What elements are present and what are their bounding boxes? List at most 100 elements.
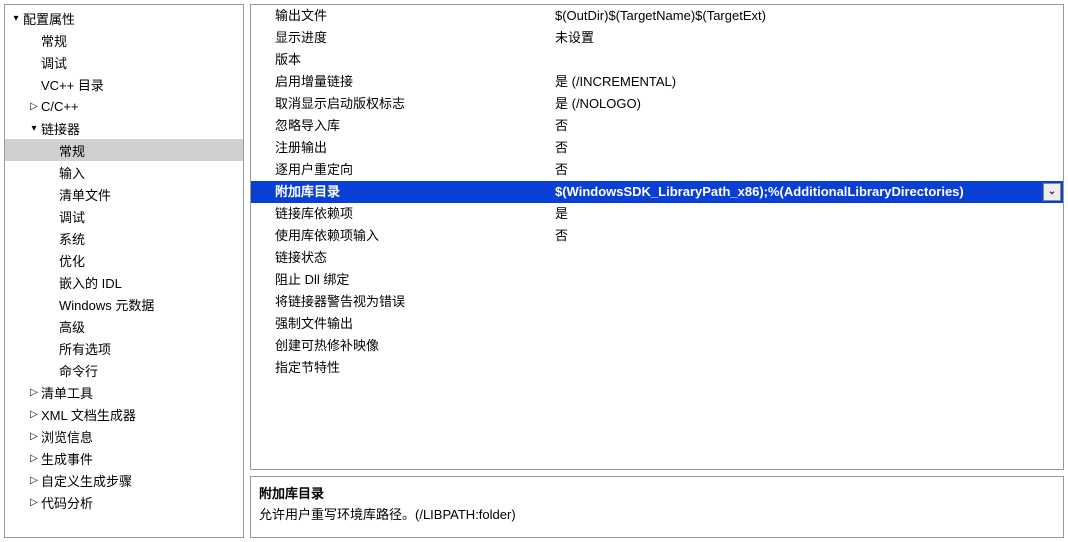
property-value[interactable] [551, 49, 1063, 71]
property-label: 链接状态 [251, 247, 551, 269]
expand-arrow-none-icon: · [45, 299, 59, 310]
property-value-text: $(OutDir)$(TargetName)$(TargetExt) [555, 8, 766, 23]
tree-item[interactable]: ·系统 [5, 227, 243, 249]
property-value[interactable]: 否 [551, 137, 1063, 159]
tree-item[interactable]: ▷清单工具 [5, 381, 243, 403]
property-value[interactable] [551, 269, 1063, 291]
tree-item[interactable]: ·嵌入的 IDL [5, 271, 243, 293]
property-row[interactable]: 输出文件 $(OutDir)$(TargetName)$(TargetExt) [251, 5, 1063, 27]
tree-item-label: 常规 [59, 141, 85, 160]
expand-arrow-right-icon[interactable]: ▷ [27, 475, 41, 486]
tree-item[interactable]: ▾链接器 [5, 117, 243, 139]
property-value[interactable]: 是 (/INCREMENTAL) [551, 71, 1063, 93]
property-label: 输出文件 [251, 5, 551, 27]
expand-arrow-right-icon[interactable]: ▷ [27, 409, 41, 420]
property-value[interactable] [551, 291, 1063, 313]
property-row[interactable]: 链接库依赖项是 [251, 203, 1063, 225]
description-title: 附加库目录 [259, 483, 1055, 502]
tree-item[interactable]: ▾配置属性 [5, 7, 243, 29]
tree-item[interactable]: ·所有选项 [5, 337, 243, 359]
property-value[interactable]: 是 (/NOLOGO) [551, 93, 1063, 115]
property-value-text: 是 [555, 206, 568, 221]
property-row[interactable]: 附加库目录$(WindowsSDK_LibraryPath_x86);%(Add… [251, 181, 1063, 203]
config-tree[interactable]: ▾配置属性·常规·调试·VC++ 目录▷C/C++▾链接器·常规·输入·清单文件… [4, 4, 244, 538]
tree-item-label: 常规 [41, 31, 67, 50]
property-value-text: 否 [555, 228, 568, 243]
property-value[interactable]: $(WindowsSDK_LibraryPath_x86);%(Addition… [551, 181, 1063, 203]
property-row[interactable]: 使用库依赖项输入否 [251, 225, 1063, 247]
expand-arrow-right-icon[interactable]: ▷ [27, 101, 41, 112]
expand-arrow-right-icon[interactable]: ▷ [27, 453, 41, 464]
property-value[interactable]: 未设置 [551, 27, 1063, 49]
tree-item-label: 优化 [59, 251, 85, 270]
tree-item[interactable]: ·常规 [5, 29, 243, 51]
property-row[interactable]: 将链接器警告视为错误 [251, 291, 1063, 313]
property-row[interactable]: 启用增量链接是 (/INCREMENTAL) [251, 71, 1063, 93]
tree-item[interactable]: ·优化 [5, 249, 243, 271]
property-row[interactable]: 指定节特性 [251, 357, 1063, 379]
property-label: 强制文件输出 [251, 313, 551, 335]
property-row[interactable]: 逐用户重定向否 [251, 159, 1063, 181]
expand-arrow-none-icon: · [45, 321, 59, 332]
property-value[interactable] [551, 357, 1063, 379]
property-row[interactable]: 阻止 Dll 绑定 [251, 269, 1063, 291]
tree-item-label: 清单文件 [59, 185, 111, 204]
tree-item[interactable]: ·常规 [5, 139, 243, 161]
tree-item-label: 生成事件 [41, 449, 93, 468]
property-label: 指定节特性 [251, 357, 551, 379]
property-value[interactable]: 否 [551, 115, 1063, 137]
property-row[interactable]: 显示进度未设置 [251, 27, 1063, 49]
property-label: 创建可热修补映像 [251, 335, 551, 357]
expand-arrow-right-icon[interactable]: ▷ [27, 497, 41, 508]
tree-item[interactable]: ·高级 [5, 315, 243, 337]
tree-item[interactable]: ·输入 [5, 161, 243, 183]
tree-item[interactable]: ·调试 [5, 51, 243, 73]
property-row[interactable]: 创建可热修补映像 [251, 335, 1063, 357]
expand-arrow-none-icon: · [27, 79, 41, 90]
property-value[interactable] [551, 335, 1063, 357]
tree-item[interactable]: ·Windows 元数据 [5, 293, 243, 315]
tree-item[interactable]: ▷代码分析 [5, 491, 243, 513]
expand-arrow-none-icon: · [45, 145, 59, 156]
expand-arrow-right-icon[interactable]: ▷ [27, 387, 41, 398]
expand-arrow-none-icon: · [45, 365, 59, 376]
expand-arrow-right-icon[interactable]: ▷ [27, 431, 41, 442]
expand-arrow-none-icon: · [27, 57, 41, 68]
tree-item[interactable]: ▷C/C++ [5, 95, 243, 117]
tree-item-label: 所有选项 [59, 339, 111, 358]
property-row[interactable]: 版本 [251, 49, 1063, 71]
property-label: 阻止 Dll 绑定 [251, 269, 551, 291]
property-grid[interactable]: 输出文件 $(OutDir)$(TargetName)$(TargetExt) 显示… [250, 4, 1064, 470]
tree-item-label: Windows 元数据 [59, 295, 154, 314]
property-value[interactable]: 是 [551, 203, 1063, 225]
tree-item[interactable]: ·命令行 [5, 359, 243, 381]
tree-item[interactable]: ▷生成事件 [5, 447, 243, 469]
property-value[interactable] [551, 313, 1063, 335]
property-row[interactable]: 强制文件输出 [251, 313, 1063, 335]
tree-item-label: 自定义生成步骤 [41, 471, 132, 490]
tree-item[interactable]: ·VC++ 目录 [5, 73, 243, 95]
dropdown-button[interactable]: ⌄ [1043, 183, 1061, 201]
tree-item[interactable]: ▷自定义生成步骤 [5, 469, 243, 491]
property-row[interactable]: 忽略导入库否 [251, 115, 1063, 137]
property-row[interactable]: 链接状态 [251, 247, 1063, 269]
tree-item-label: 输入 [59, 163, 85, 182]
description-text: 允许用户重写环境库路径。(/LIBPATH:folder) [259, 504, 1055, 523]
tree-item[interactable]: ▷XML 文档生成器 [5, 403, 243, 425]
expand-arrow-down-icon[interactable]: ▾ [27, 123, 41, 134]
expand-arrow-none-icon: · [45, 211, 59, 222]
property-value[interactable]: 否 [551, 225, 1063, 247]
tree-item[interactable]: ·调试 [5, 205, 243, 227]
tree-item[interactable]: ·清单文件 [5, 183, 243, 205]
property-row[interactable]: 取消显示启动版权标志是 (/NOLOGO) [251, 93, 1063, 115]
property-row[interactable]: 注册输出否 [251, 137, 1063, 159]
tree-item[interactable]: ▷浏览信息 [5, 425, 243, 447]
tree-item-label: 系统 [59, 229, 85, 248]
expand-arrow-none-icon: · [45, 189, 59, 200]
expand-arrow-down-icon[interactable]: ▾ [9, 13, 23, 24]
property-value[interactable] [551, 247, 1063, 269]
property-value[interactable]: $(OutDir)$(TargetName)$(TargetExt) [551, 5, 1063, 27]
property-value[interactable]: 否 [551, 159, 1063, 181]
property-label: 忽略导入库 [251, 115, 551, 137]
expand-arrow-none-icon: · [45, 277, 59, 288]
